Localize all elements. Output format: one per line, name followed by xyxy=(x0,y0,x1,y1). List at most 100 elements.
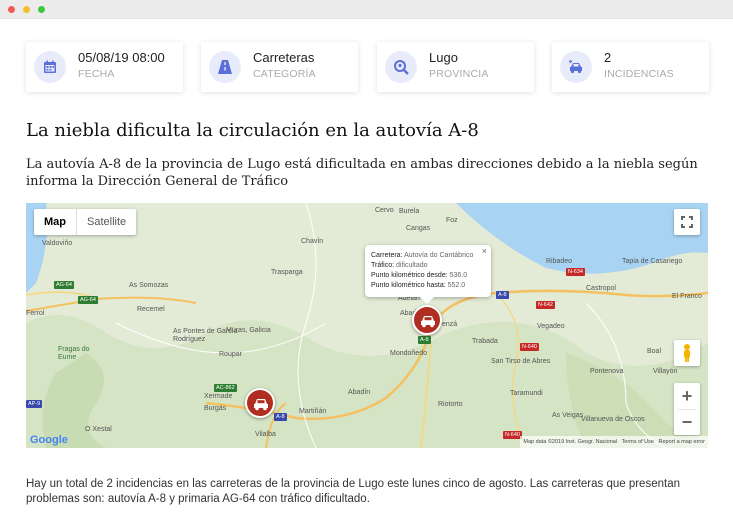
calendar-icon xyxy=(34,51,66,83)
road-badge: N-640 xyxy=(520,343,539,351)
map-place-label: Vegadeo xyxy=(537,323,565,330)
map-place-label: As Somozas xyxy=(129,282,169,289)
road-icon xyxy=(209,51,241,83)
map-place-label: Boal xyxy=(647,348,662,355)
map-place-label: Riotorto xyxy=(438,401,463,408)
minimize-window-button[interactable] xyxy=(23,6,30,13)
map-place-label: Muras, Galicia xyxy=(226,327,271,334)
map-place-label: El Franco xyxy=(672,293,702,300)
window-titlebar xyxy=(0,0,733,19)
road-badge: A-8 xyxy=(274,413,287,421)
road-badge: AG-64 xyxy=(54,281,74,289)
info-from-row: Punto kilométrico desde: 536.0 xyxy=(371,271,485,281)
zoom-out-button[interactable]: − xyxy=(674,409,700,435)
article-subtitle: La autovía A-8 de la provincia de Lugo e… xyxy=(26,157,698,189)
map-place-label: Trasparga xyxy=(271,269,303,276)
map-place-label: Ferrol xyxy=(26,310,45,317)
province-value: Lugo xyxy=(429,50,458,65)
zoom-control: + − xyxy=(674,383,700,435)
date-card: 05/08/19 08:00 FECHA xyxy=(26,42,183,92)
info-cards: 05/08/19 08:00 FECHA Carreteras CATEGORÍ… xyxy=(26,42,709,92)
incident-marker[interactable] xyxy=(245,388,275,418)
maximize-window-button[interactable] xyxy=(38,6,45,13)
zoom-in-button[interactable]: + xyxy=(674,383,700,409)
map-type-control: Map Satellite xyxy=(34,209,137,235)
map-place-label: Burela xyxy=(399,208,420,215)
category-card: Carreteras CATEGORÍA xyxy=(201,42,358,92)
province-label: PROVINCIA xyxy=(429,68,489,80)
map-place-label: Taramundi xyxy=(510,390,543,397)
info-road-value: Autovía do Cantábrico xyxy=(404,252,474,259)
map-place-label: As Veigas xyxy=(552,412,584,419)
map-place-label: Tapia de Casariego xyxy=(622,258,683,265)
info-road-key: Carretera: xyxy=(371,252,403,259)
article-body: Hay un total de 2 incidencias en las car… xyxy=(26,478,680,505)
road-badge: AP-9 xyxy=(26,400,43,408)
map-type-map-button[interactable]: Map xyxy=(34,209,76,235)
info-traffic-key: Tráfico: xyxy=(371,262,395,269)
street-view-pegman[interactable] xyxy=(674,340,700,366)
info-to-row: Punto kilométrico hasta: 552.0 xyxy=(371,281,485,291)
map-place-label: Villayón xyxy=(653,368,678,375)
fullscreen-button[interactable] xyxy=(674,209,700,235)
incidents-card: 2 INCIDENCIAS xyxy=(552,42,709,92)
incident-info-window: × Carretera: Autovía do Cantábrico Tráfi… xyxy=(365,245,491,304)
close-infowindow-button[interactable]: × xyxy=(482,246,487,256)
map-place-label: Foz xyxy=(446,217,458,224)
car-crash-icon xyxy=(560,51,592,83)
car-icon xyxy=(421,316,435,328)
fullscreen-icon xyxy=(681,216,693,228)
category-value: Carreteras xyxy=(253,50,315,65)
road-badge: A-8 xyxy=(418,336,431,344)
map-place-label: Burgás xyxy=(204,405,227,412)
car-icon xyxy=(254,399,268,411)
road-badge: AG-64 xyxy=(78,296,98,304)
map-place-label: Chavín xyxy=(301,238,324,245)
category-label: CATEGORÍA xyxy=(253,68,316,80)
road-badge: AC-862 xyxy=(214,384,237,392)
map-place-label: Xermade xyxy=(204,393,233,400)
map-place-label: Pontenova xyxy=(590,368,624,375)
map-data-credit: Map data ©2019 Inst. Geogr. Nacional xyxy=(523,439,618,445)
info-to-value: 552.0 xyxy=(447,282,466,289)
search-map-icon xyxy=(385,51,417,83)
info-to-key: Punto kilométrico hasta: xyxy=(371,282,446,289)
terms-of-use-link[interactable]: Terms of Use xyxy=(622,439,654,445)
road-badge: A-8 xyxy=(496,291,509,299)
google-logo-text: Google xyxy=(30,434,68,446)
map-place-label: Ribadeo xyxy=(546,258,573,265)
info-road-row: Carretera: Autovía do Cantábrico xyxy=(371,251,485,261)
incidents-value: 2 xyxy=(604,50,612,65)
close-window-button[interactable] xyxy=(8,6,15,13)
map-place-label: Roupar xyxy=(219,351,242,358)
province-card: Lugo PROVINCIA xyxy=(377,42,534,92)
map-attribution: Map data ©2019 Inst. Geogr. Nacional Ter… xyxy=(520,436,708,448)
info-from-key: Punto kilométrico desde: xyxy=(371,272,448,279)
map-place-label: Recemel xyxy=(137,306,165,313)
info-traffic-value: dificultado xyxy=(396,262,428,269)
map-place-label: Cangas xyxy=(406,225,431,232)
road-badge: N-642 xyxy=(536,301,555,309)
pegman-icon xyxy=(684,344,690,362)
date-label: FECHA xyxy=(78,68,115,80)
map-type-satellite-button[interactable]: Satellite xyxy=(77,209,136,235)
map-place-label: Trabada xyxy=(472,338,498,345)
google-logo[interactable]: Google xyxy=(30,434,68,446)
map-place-label: Cervo xyxy=(375,207,394,214)
map-place-label: Martiñán xyxy=(299,408,327,415)
info-traffic-row: Tráfico: dificultado xyxy=(371,261,485,271)
incidents-label: INCIDENCIAS xyxy=(604,68,674,80)
map-terrain xyxy=(26,203,708,448)
map-place-label: O Xestal xyxy=(85,426,112,433)
map-place-label: San Tirso de Abres xyxy=(491,358,551,365)
date-value: 05/08/19 08:00 xyxy=(78,50,165,65)
article-title: La niebla dificulta la circulación en la… xyxy=(26,120,479,141)
incident-marker[interactable] xyxy=(412,305,442,335)
traffic-map[interactable]: Map Satellite + − Cervo Burela Foz Canga… xyxy=(26,203,708,448)
report-map-error-link[interactable]: Report a map error xyxy=(659,439,705,445)
map-place-label: Valdoviño xyxy=(42,240,73,247)
road-badge: N-640 xyxy=(503,431,522,439)
map-place-label: Abadín xyxy=(348,389,371,396)
map-place-label: Villanueva de Oscos xyxy=(581,416,645,423)
road-badge: N-634 xyxy=(566,268,585,276)
